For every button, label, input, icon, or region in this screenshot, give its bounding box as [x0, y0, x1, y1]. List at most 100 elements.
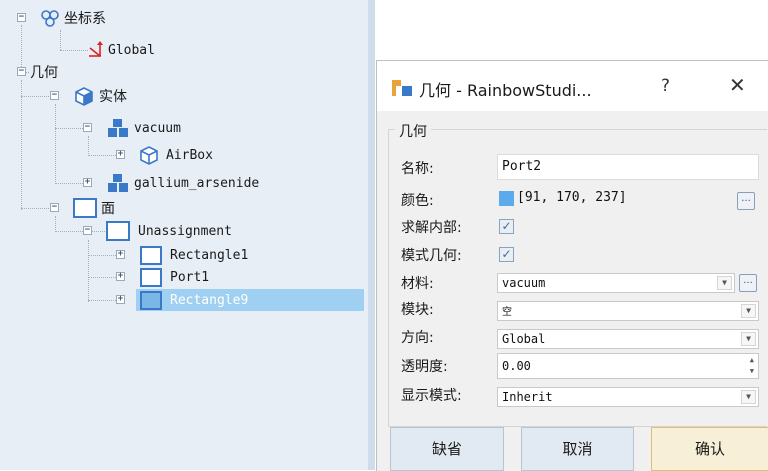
cancel-button[interactable]: 取消 [521, 427, 634, 471]
tree-node-gallium-arsenide[interactable]: gallium_arsenide [106, 173, 259, 193]
dropdown-arrow-icon[interactable]: ▼ [741, 332, 756, 346]
collapse-toggle[interactable]: − [50, 91, 59, 100]
model-tree-panel: − 坐标系 Global − 几何 − 实体 − vacuum + AirBox… [0, 0, 368, 470]
collapse-toggle[interactable]: − [17, 67, 26, 76]
ok-button[interactable]: 确认 [651, 427, 768, 471]
color-swatch[interactable] [499, 191, 514, 206]
direction-select[interactable]: Global ▼ [497, 329, 759, 349]
material-browse-button[interactable]: ... [739, 274, 757, 292]
cube-icon [75, 87, 93, 106]
color-value: [91, 170, 237] [517, 190, 627, 205]
name-input[interactable]: Port2 [497, 154, 759, 180]
tree-node-label: Port1 [170, 269, 210, 285]
block-select[interactable]: 空 ▼ [497, 301, 759, 321]
collapse-toggle[interactable]: − [17, 13, 26, 22]
color-label: 颜色: [401, 193, 434, 209]
solve-inside-checkbox[interactable]: ✓ [499, 219, 514, 234]
tree-node-vacuum[interactable]: vacuum [106, 118, 181, 138]
tree-line [60, 30, 61, 50]
dropdown-arrow-icon[interactable]: ▼ [717, 276, 732, 290]
tree-line [88, 155, 116, 156]
face-icon [140, 245, 162, 265]
dialog-titlebar[interactable]: 几何 - RainbowStudi... ? ✕ [377, 61, 768, 111]
geometry-properties-dialog: 几何 - RainbowStudi... ? ✕ 几何 名称: Port2 颜色… [376, 60, 768, 471]
collapse-toggle[interactable]: − [50, 203, 59, 212]
expand-toggle[interactable]: + [116, 150, 125, 159]
dropdown-arrow-icon[interactable]: ▼ [741, 390, 756, 404]
tree-node-label: 实体 [99, 89, 127, 105]
tree-node-label: 坐标系 [64, 11, 106, 27]
tree-node-geometry[interactable]: 几何 [30, 62, 58, 82]
tree-line [21, 80, 22, 210]
expand-toggle[interactable]: + [116, 272, 125, 281]
axis-icon [89, 41, 103, 57]
spin-down-icon[interactable]: ▼ [750, 366, 754, 376]
transparency-label: 透明度: [401, 359, 448, 375]
help-button[interactable]: ? [661, 76, 670, 96]
spin-up-icon[interactable]: ▲ [750, 355, 754, 365]
expand-toggle[interactable]: + [116, 295, 125, 304]
material-cubes-icon [108, 174, 128, 192]
tree-line [88, 136, 89, 156]
expand-toggle[interactable]: + [116, 250, 125, 259]
default-button[interactable]: 缺省 [390, 427, 504, 471]
tree-node-label: Rectangle1 [170, 247, 249, 263]
color-picker-button[interactable]: ... [737, 192, 755, 210]
tree-node-rectangle9[interactable]: Rectangle9 [140, 290, 248, 310]
cube-icon [140, 146, 158, 165]
direction-label: 方向: [401, 330, 434, 346]
dropdown-arrow-icon[interactable]: ▼ [741, 304, 756, 318]
transparency-value: 0.00 [502, 359, 531, 373]
solve-inside-label: 求解内部: [401, 220, 462, 236]
display-mode-select[interactable]: Inherit ▼ [497, 387, 759, 407]
tree-line [88, 300, 116, 301]
material-label: 材料: [401, 276, 434, 292]
tree-line [21, 208, 49, 209]
face-icon [73, 198, 97, 218]
block-label: 模块: [401, 302, 434, 318]
material-select[interactable]: vacuum ▼ [497, 273, 735, 293]
display-mode-label: 显示模式: [401, 388, 462, 404]
tree-line [88, 240, 89, 302]
tree-node-label: vacuum [134, 120, 181, 136]
material-cubes-icon [108, 119, 128, 137]
direction-value: Global [502, 332, 546, 346]
tree-node-label: Global [108, 42, 155, 58]
dialog-title: 几何 - RainbowStudi... [419, 81, 592, 100]
tree-line [55, 231, 105, 232]
tree-line [88, 255, 116, 256]
tree-line [55, 216, 56, 232]
tree-node-label: Rectangle9 [170, 292, 249, 308]
groupbox-title: 几何 [395, 121, 431, 141]
tree-line [55, 104, 56, 184]
model-geometry-checkbox[interactable]: ✓ [499, 247, 514, 262]
face-icon [140, 267, 162, 287]
tree-node-unassignment[interactable]: Unassignment [106, 221, 232, 241]
coordinate-system-icon [41, 10, 59, 27]
tree-node-faces[interactable]: 面 [73, 198, 115, 218]
tree-node-airbox[interactable]: AirBox [138, 145, 213, 165]
face-icon [140, 290, 162, 310]
tree-node-label: gallium_arsenide [134, 175, 260, 191]
panel-splitter[interactable] [368, 0, 375, 470]
tree-node-coord-system[interactable]: 坐标系 [40, 8, 106, 28]
tree-node-global[interactable]: Global [86, 40, 155, 60]
display-mode-value: Inherit [502, 390, 553, 404]
tree-node-port1[interactable]: Port1 [140, 267, 209, 287]
app-logo-icon [392, 80, 412, 96]
name-label: 名称: [401, 161, 434, 177]
tree-node-rectangle1[interactable]: Rectangle1 [140, 245, 248, 265]
tree-node-label: AirBox [166, 147, 213, 163]
collapse-toggle[interactable]: − [83, 226, 92, 235]
tree-line [60, 50, 88, 51]
tree-node-solids[interactable]: 实体 [73, 86, 127, 106]
expand-toggle[interactable]: + [83, 178, 92, 187]
tree-node-label: 几何 [30, 65, 58, 81]
close-button[interactable]: ✕ [729, 73, 746, 97]
tree-line [88, 277, 116, 278]
collapse-toggle[interactable]: − [83, 123, 92, 132]
transparency-spinbox[interactable]: 0.00 ▲ ▼ [497, 353, 759, 379]
face-icon [106, 221, 130, 241]
dialog-body: 几何 名称: Port2 颜色: [91, 170, 237] ... 求解内部… [377, 111, 768, 471]
tree-node-label: 面 [101, 201, 115, 217]
